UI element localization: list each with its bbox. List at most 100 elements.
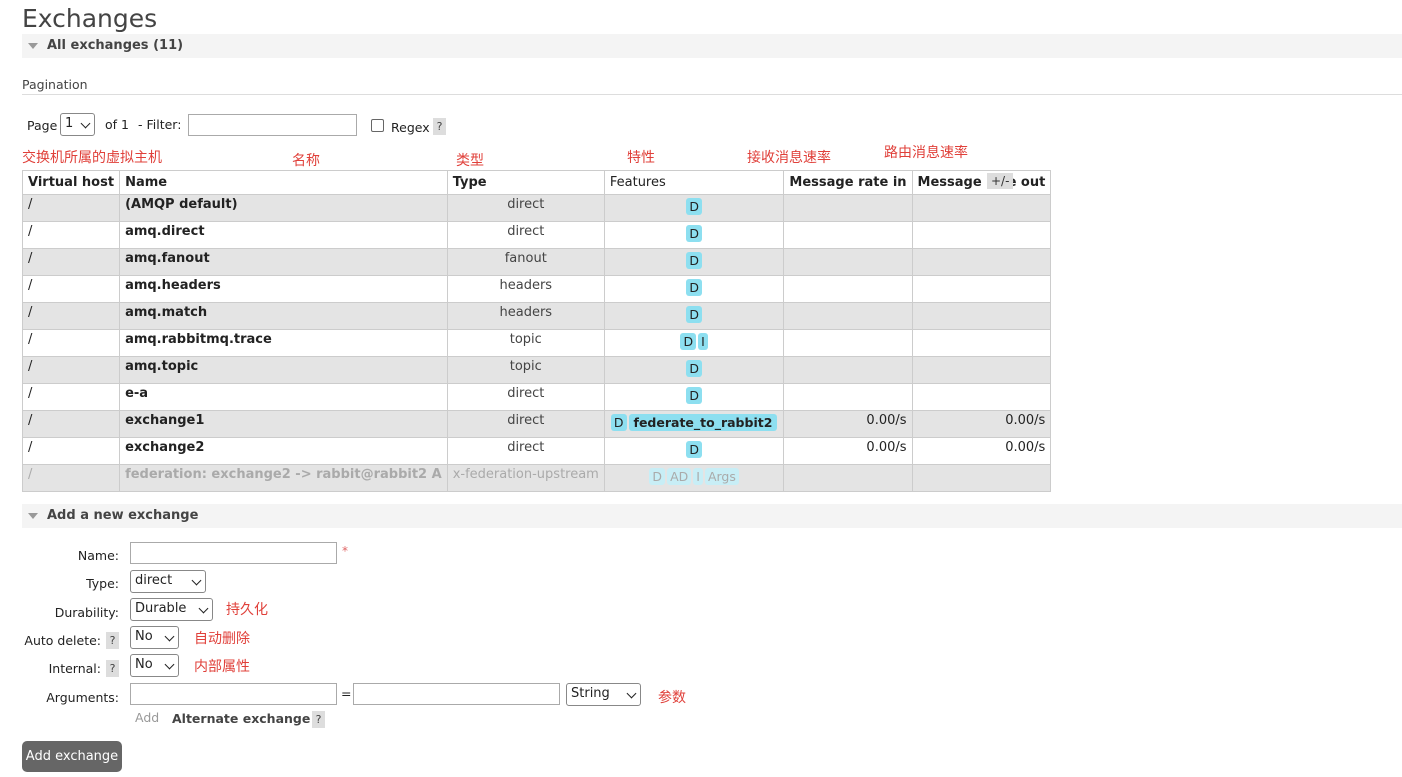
feature-badge: D: [686, 441, 702, 458]
type-cell: headers: [499, 305, 553, 320]
annotation-internal: 内部属性: [194, 659, 250, 675]
rate-in-cell: [789, 465, 906, 467]
table-row[interactable]: / amq.match headers D: [21, 302, 1052, 330]
argument-value-input[interactable]: [353, 683, 560, 705]
rate-out-cell: [918, 330, 1046, 332]
table-row[interactable]: / amq.topic topic D: [21, 356, 1052, 384]
table-row[interactable]: / federation: exchange2 -> rabbit@rabbit2…: [21, 464, 1052, 492]
vhost-cell: /: [28, 386, 33, 401]
exchange-name[interactable]: amq.headers: [125, 276, 442, 293]
type-select-value: direct: [135, 573, 173, 588]
filter-input[interactable]: [188, 114, 357, 136]
vhost-cell: /: [28, 332, 33, 347]
durability-select[interactable]: Durable: [130, 598, 213, 621]
argument-key-input[interactable]: [130, 683, 337, 705]
type-cell: direct: [507, 440, 545, 455]
exchange-name[interactable]: e-a: [125, 384, 442, 401]
exchange-name[interactable]: exchange1: [125, 411, 442, 428]
column-toggle-button[interactable]: +/-: [987, 173, 1014, 189]
rate-out-cell: [918, 384, 1046, 386]
name-input[interactable]: [130, 542, 337, 564]
exchange-name[interactable]: amq.rabbitmq.trace: [125, 330, 442, 347]
rate-out-cell: [918, 222, 1046, 224]
column-header-features: Features: [603, 170, 785, 195]
rate-in-cell: [789, 276, 906, 278]
internal-help-icon[interactable]: ?: [106, 660, 119, 677]
vhost-cell: /: [28, 251, 33, 266]
exchange-name[interactable]: federation: exchange2 -> rabbit@rabbit2 …: [125, 465, 442, 482]
exchange-name[interactable]: amq.match: [125, 303, 442, 320]
feature-badge: federate_to_rabbit2: [628, 414, 778, 431]
feature-badge: D: [610, 414, 627, 431]
annotation-rate-in: 接收消息速率: [747, 150, 831, 166]
exchange-name[interactable]: amq.direct: [125, 222, 442, 239]
rate-in-cell: [789, 357, 906, 359]
feature-badge: D: [680, 333, 697, 350]
internal-label: Internal:: [48, 661, 101, 676]
column-header-rate-in[interactable]: Message rate in: [783, 170, 913, 195]
auto-delete-select-value: No: [135, 629, 153, 644]
table-row[interactable]: / exchange1 direct Dfederate_to_rabbit2 0.00…: [21, 410, 1052, 438]
auto-delete-select[interactable]: No: [130, 626, 179, 649]
page-title: Exchanges: [22, 4, 158, 33]
filter-label: - Filter:: [138, 117, 182, 132]
column-header-vhost[interactable]: Virtual host: [21, 170, 121, 195]
internal-select[interactable]: No: [130, 654, 179, 677]
durability-select-value: Durable: [135, 601, 187, 616]
table-row[interactable]: / amq.headers headers D: [21, 275, 1052, 303]
feature-badge: D: [649, 468, 666, 485]
regex-label: Regex: [391, 120, 430, 135]
rate-in-cell: 0.00/s: [866, 440, 907, 455]
auto-delete-help-icon[interactable]: ?: [106, 632, 119, 649]
table-row[interactable]: / e-a direct D: [21, 383, 1052, 411]
feature-badge: I: [698, 333, 708, 350]
feature-badge: D: [686, 279, 702, 296]
type-cell: topic: [509, 332, 542, 347]
vhost-cell: /: [28, 413, 33, 428]
table-row[interactable]: / amq.direct direct D: [21, 221, 1052, 249]
rate-out-cell: [918, 303, 1046, 305]
annotation-type: 类型: [456, 153, 484, 169]
table-row[interactable]: / (AMQP default) direct D: [21, 194, 1052, 222]
page-label: Page: [27, 118, 58, 133]
exchange-name[interactable]: exchange2: [125, 438, 442, 455]
column-header-type[interactable]: Type: [446, 170, 605, 195]
add-argument-link[interactable]: Add: [135, 710, 159, 725]
exchange-name[interactable]: amq.fanout: [125, 249, 442, 266]
table-row[interactable]: / exchange2 direct D 0.00/s 0.00/s: [21, 437, 1052, 465]
type-cell: fanout: [504, 251, 547, 266]
exchange-name[interactable]: amq.topic: [125, 357, 442, 374]
regex-checkbox[interactable]: [371, 119, 384, 132]
alternate-exchange-link[interactable]: Alternate exchange: [172, 711, 310, 726]
feature-badge: D: [686, 225, 702, 242]
features-cell: D: [603, 221, 785, 249]
regex-help-icon[interactable]: ?: [433, 118, 446, 135]
add-exchange-button[interactable]: Add exchange: [22, 741, 122, 772]
internal-select-value: No: [135, 657, 153, 672]
rate-in-cell: [789, 330, 906, 332]
all-exchanges-label: All exchanges (11): [47, 38, 184, 53]
table-row[interactable]: / amq.rabbitmq.trace topic D I: [21, 329, 1052, 357]
exchanges-table: Virtual host Name Type Features Message …: [21, 170, 1052, 492]
page-select[interactable]: 1: [60, 113, 95, 136]
all-exchanges-section-header[interactable]: All exchanges (11): [22, 34, 1402, 58]
type-select[interactable]: direct: [130, 570, 206, 593]
type-cell: topic: [509, 359, 542, 374]
argument-type-select[interactable]: String: [566, 683, 641, 706]
add-exchange-section-header[interactable]: Add a new exchange: [22, 504, 1402, 528]
exchange-name[interactable]: (AMQP default): [125, 195, 442, 212]
table-row[interactable]: / amq.fanout fanout D: [21, 248, 1052, 276]
annotation-features: 特性: [627, 150, 655, 166]
rate-out-cell: [918, 465, 1046, 467]
alternate-exchange-help-icon[interactable]: ?: [312, 711, 325, 728]
pagination-label: Pagination: [22, 77, 88, 92]
chevron-down-icon: [164, 631, 175, 642]
add-exchange-label: Add a new exchange: [47, 508, 199, 523]
type-cell: direct: [507, 413, 545, 428]
vhost-cell: /: [28, 278, 33, 293]
column-header-name[interactable]: Name: [119, 170, 448, 195]
column-header-rate-out[interactable]: Message rate out: [911, 170, 1052, 195]
feature-badge: Args: [704, 468, 739, 485]
durability-label: Durability:: [54, 605, 119, 620]
arguments-label: Arguments:: [46, 690, 119, 705]
